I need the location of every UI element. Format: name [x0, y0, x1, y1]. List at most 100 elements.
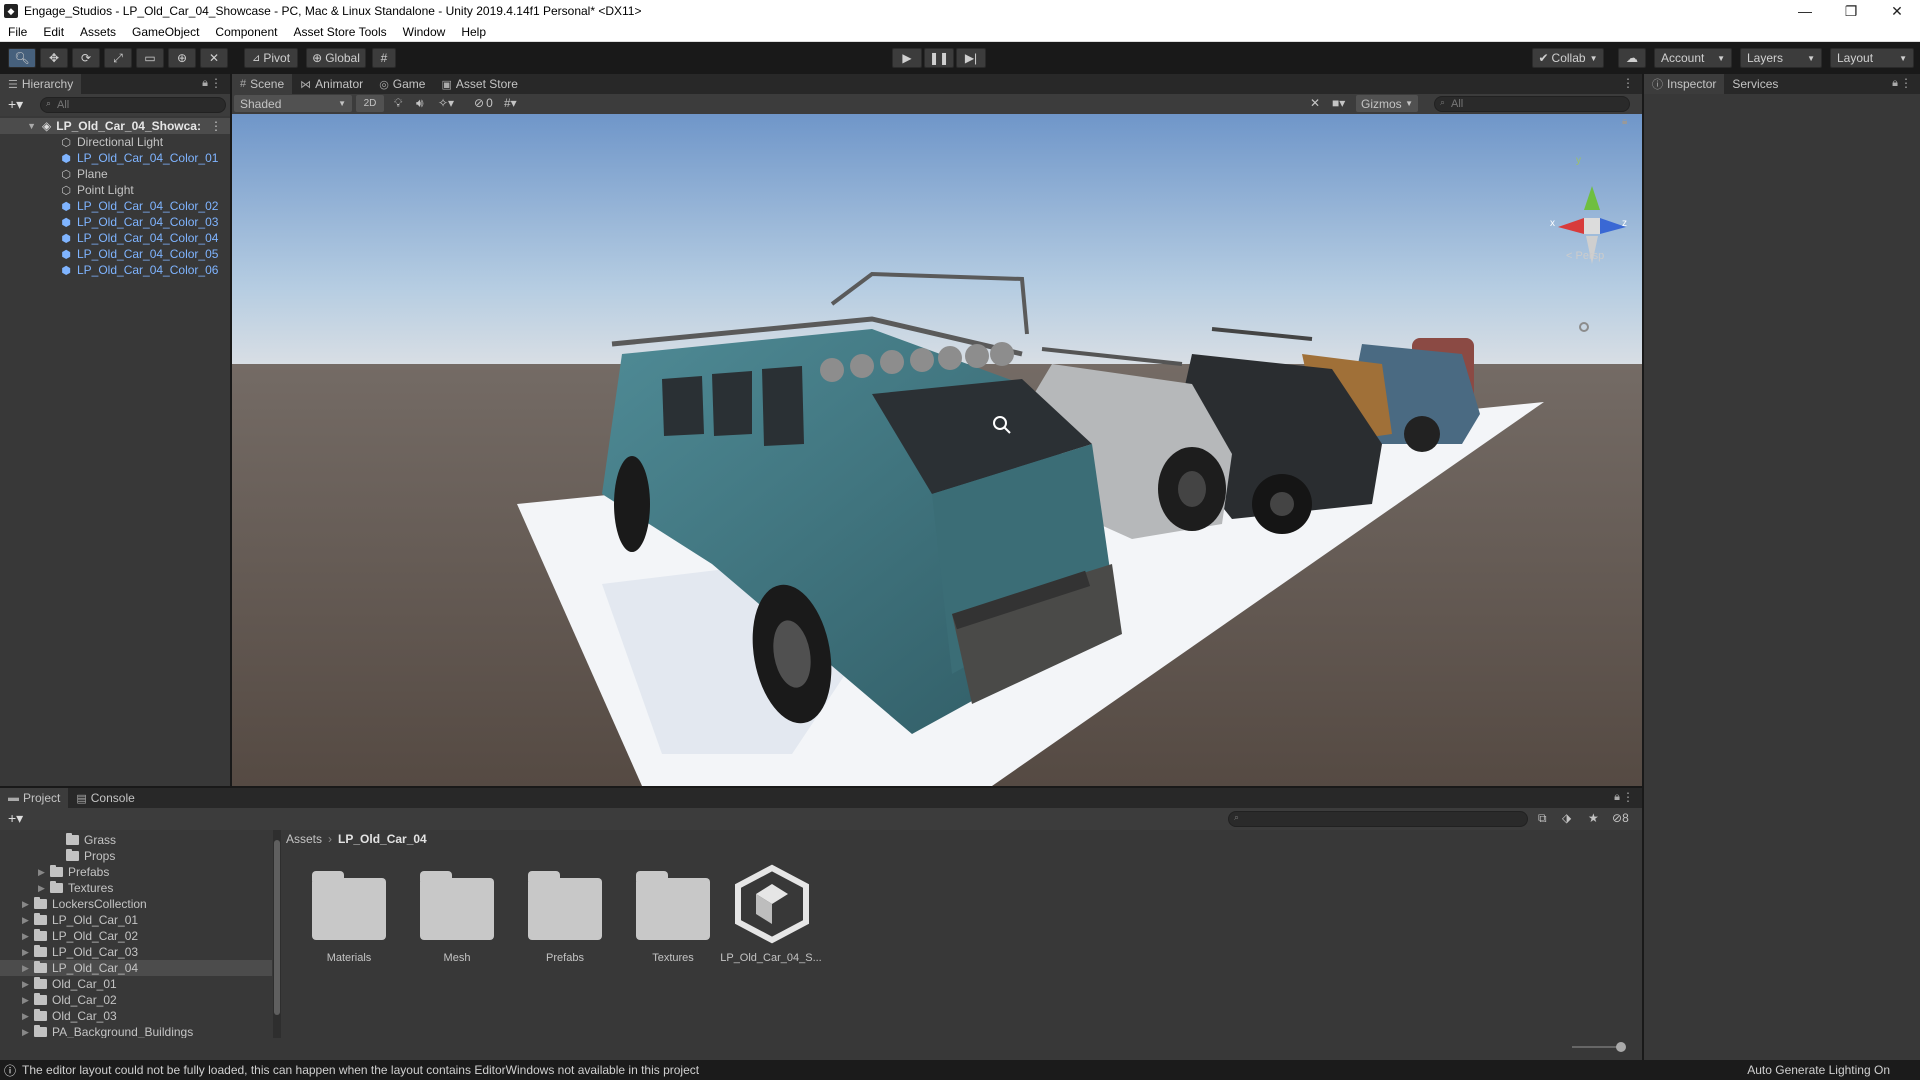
tab-inspector[interactable]: ⓘ Inspector — [1644, 74, 1725, 94]
tab-console[interactable]: ▤ Console — [68, 788, 142, 808]
chevron-right-icon[interactable]: ▶ — [22, 995, 34, 1006]
slider-handle[interactable] — [1616, 1042, 1626, 1052]
step-button[interactable]: ▶| — [956, 48, 986, 68]
tab-services[interactable]: Services — [1724, 74, 1786, 94]
scene-search-input[interactable]: ⌕ All — [1434, 96, 1630, 112]
menu-file[interactable]: File — [8, 25, 27, 39]
hierarchy-search-input[interactable]: ⌕ All — [40, 97, 226, 113]
chevron-right-icon[interactable]: ▶ — [38, 867, 50, 878]
hierarchy-item-directional-light[interactable]: ⬡ Directional Light — [60, 134, 163, 150]
tree-item[interactable]: ▶ Textures — [0, 880, 272, 896]
tree-scrollbar[interactable] — [273, 830, 281, 1038]
menu-asset-store-tools[interactable]: Asset Store Tools — [293, 25, 386, 39]
close-button[interactable]: ✕ — [1874, 0, 1920, 22]
lock-icon[interactable]: 🔒︎ — [202, 77, 208, 90]
maximize-button[interactable]: ❐ — [1828, 0, 1874, 22]
icon-size-slider[interactable] — [1572, 1042, 1626, 1052]
tree-item[interactable]: Grass — [0, 832, 272, 848]
minimize-button[interactable]: — — [1782, 0, 1828, 22]
create-add-button[interactable]: +▾ — [8, 96, 23, 113]
tab-game[interactable]: ◎ Game — [371, 74, 433, 94]
tools-icon[interactable]: ✕ — [1310, 96, 1320, 110]
hierarchy-item-plane[interactable]: ⬡ Plane — [60, 166, 108, 182]
layout-dropdown[interactable]: Layout ▼ — [1830, 48, 1914, 68]
menu-assets[interactable]: Assets — [80, 25, 116, 39]
lock-icon[interactable]: 🔒︎ — [1614, 791, 1620, 804]
menu-component[interactable]: Component — [215, 25, 277, 39]
collab-dropdown[interactable]: ✔ Collab ▼ — [1532, 48, 1604, 68]
hidden-objects-toggle[interactable]: ⊘ 0 — [474, 96, 493, 110]
asset-label[interactable]: Prefabs — [510, 952, 620, 964]
status-message[interactable]: The editor layout could not be fully loa… — [22, 1063, 699, 1077]
grid-toggle-icon[interactable]: #▾ — [504, 96, 517, 110]
hierarchy-item-color-06[interactable]: ⬢ LP_Old_Car_04_Color_06 — [60, 262, 218, 278]
tree-item[interactable]: ▶ LP_Old_Car_01 — [0, 912, 272, 928]
pivot-toggle[interactable]: ⊿ Pivot — [244, 48, 298, 68]
tree-item[interactable]: ▶ Old_Car_03 — [0, 1008, 272, 1024]
rotate-tool-button[interactable]: ⟳ — [72, 48, 100, 68]
scene-root-row[interactable]: ▼ ◈ LP_Old_Car_04_Showca: ⋮ — [0, 118, 230, 134]
tree-item[interactable]: ▶ Old_Car_02 — [0, 992, 272, 1008]
breadcrumb-assets[interactable]: Assets — [286, 832, 322, 846]
kebab-menu-icon[interactable]: ⋮ — [1900, 76, 1912, 90]
lock-icon[interactable]: 🔒︎ — [1892, 77, 1898, 90]
folder-icon[interactable] — [636, 871, 710, 940]
scale-tool-button[interactable]: ⤢ — [104, 48, 132, 68]
hierarchy-item-point-light[interactable]: ⬡ Point Light — [60, 182, 134, 198]
hand-tool-button[interactable]: 🔍︎ — [8, 48, 36, 68]
hidden-packages-toggle[interactable]: ⊘ 8 — [1612, 811, 1629, 825]
tab-scene[interactable]: # Scene — [232, 74, 293, 94]
menu-gameobject[interactable]: GameObject — [132, 25, 199, 39]
tree-item[interactable]: ▶ LP_Old_Car_02 — [0, 928, 272, 944]
hierarchy-item-color-02[interactable]: ⬢ LP_Old_Car_04_Color_02 — [60, 198, 218, 214]
auto-lighting-status[interactable]: Auto Generate Lighting On — [1747, 1063, 1890, 1077]
account-dropdown[interactable]: Account ▼ — [1654, 48, 1732, 68]
label-tag-icon[interactable]: ⬗ — [1562, 811, 1571, 825]
menu-window[interactable]: Window — [403, 25, 446, 39]
chevron-right-icon[interactable]: ▶ — [22, 899, 34, 910]
kebab-menu-icon[interactable]: ⋮ — [1622, 790, 1634, 804]
tree-item[interactable]: ▶ LockersCollection — [0, 896, 272, 912]
project-search-input[interactable]: ⌕ — [1228, 811, 1528, 827]
scene-viewport[interactable]: y x z < Persp 🔒︎ — [232, 114, 1642, 786]
kebab-menu-icon[interactable]: ⋮ — [210, 76, 222, 90]
chevron-right-icon[interactable]: ▶ — [38, 883, 50, 894]
folder-icon[interactable] — [312, 871, 386, 940]
tab-asset-store[interactable]: ▣ Asset Store — [433, 74, 525, 94]
hierarchy-item-color-01[interactable]: ⬢ LP_Old_Car_04_Color_01 — [60, 150, 218, 166]
chevron-right-icon[interactable]: ▶ — [22, 963, 34, 974]
tree-item[interactable]: ▶ Old_Car_01 — [0, 976, 272, 992]
global-toggle[interactable]: ⊕ Global — [306, 48, 366, 68]
hierarchy-item-color-04[interactable]: ⬢ LP_Old_Car_04_Color_04 — [60, 230, 218, 246]
grid-snap-button[interactable]: # — [372, 48, 396, 68]
menu-edit[interactable]: Edit — [43, 25, 64, 39]
chevron-right-icon[interactable]: ▶ — [22, 1011, 34, 1022]
persp-label[interactable]: < Persp — [1566, 250, 1604, 262]
chevron-right-icon[interactable]: ▶ — [22, 1027, 34, 1038]
tab-project[interactable]: ▬ Project — [0, 788, 69, 808]
tree-item[interactable]: ▶ LP_Old_Car_03 — [0, 944, 272, 960]
chevron-right-icon[interactable]: ▶ — [22, 915, 34, 926]
layers-dropdown[interactable]: Layers ▼ — [1740, 48, 1822, 68]
camera-icon[interactable]: ■▾ — [1332, 96, 1345, 110]
menu-help[interactable]: Help — [461, 25, 486, 39]
hierarchy-item-color-03[interactable]: ⬢ LP_Old_Car_04_Color_03 — [60, 214, 218, 230]
asset-label[interactable]: Textures — [618, 952, 728, 964]
play-button[interactable]: ▶ — [892, 48, 922, 68]
move-tool-button[interactable]: ✥ — [40, 48, 68, 68]
tab-animator[interactable]: ⋈ Animator — [292, 74, 371, 94]
favorite-star-icon[interactable]: ★ — [1588, 811, 1599, 825]
tree-item[interactable]: ▶ PA_Background_Buildings — [0, 1024, 272, 1038]
chevron-right-icon[interactable]: ▶ — [22, 931, 34, 942]
tree-item[interactable]: ▶ Prefabs — [0, 864, 272, 880]
gizmos-dropdown[interactable]: Gizmos ▼ — [1356, 95, 1418, 112]
shading-mode-dropdown[interactable]: Shaded ▼ — [234, 95, 352, 112]
breadcrumb-current[interactable]: LP_Old_Car_04 — [338, 832, 427, 846]
unity-scene-icon[interactable] — [732, 864, 812, 944]
cloud-button[interactable]: ☁ — [1618, 48, 1646, 68]
kebab-menu-icon[interactable]: ⋮ — [1622, 76, 1634, 90]
tab-hierarchy[interactable]: ☰ Hierarchy — [0, 74, 82, 94]
folder-icon[interactable] — [420, 871, 494, 940]
effects-toggle-icon[interactable]: ✧▾ — [438, 96, 454, 110]
asset-label[interactable]: LP_Old_Car_04_S... — [716, 952, 826, 964]
